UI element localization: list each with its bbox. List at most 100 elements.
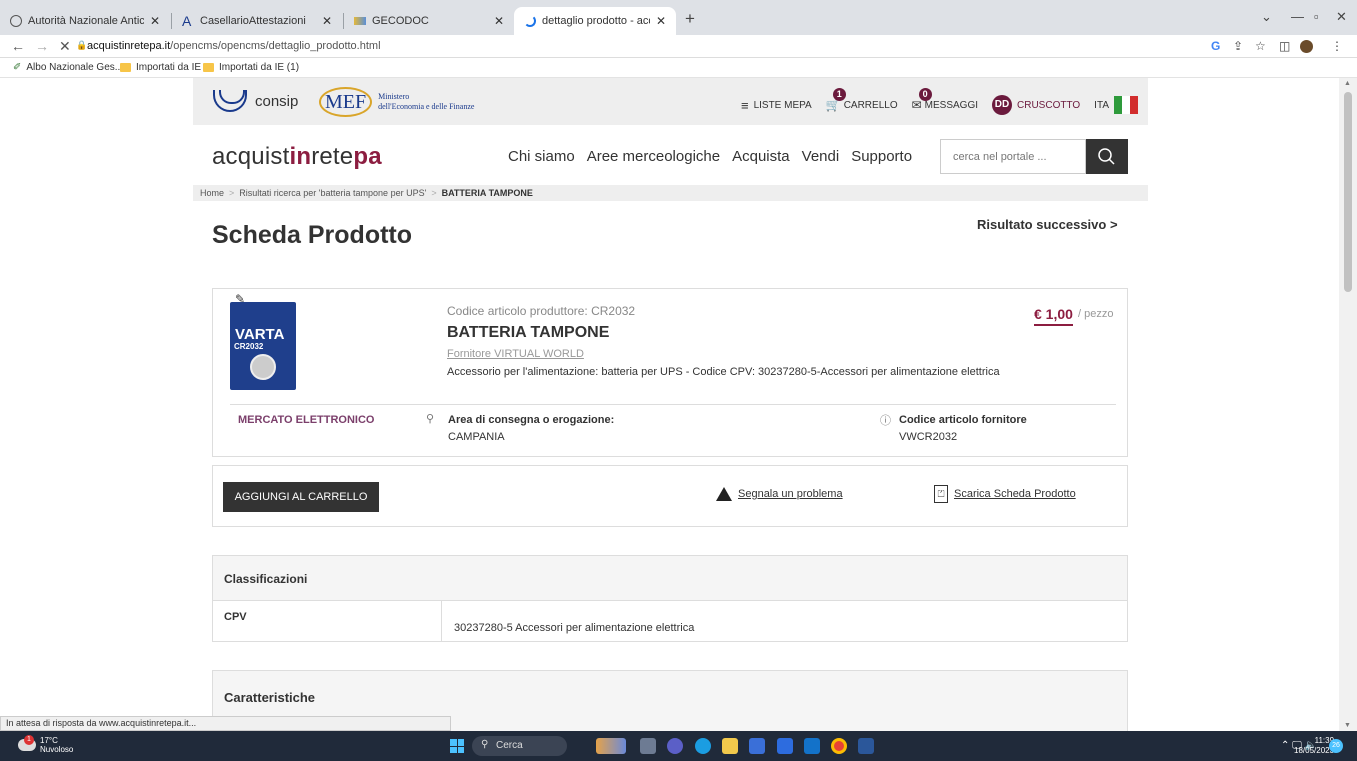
close-icon[interactable]: ✕ (494, 14, 504, 28)
search-icon (1098, 148, 1115, 165)
site-topbar: consip MEF Ministero dell'Economia e del… (193, 78, 1148, 125)
language-selector[interactable]: ITA (1094, 96, 1138, 114)
close-icon[interactable]: ✕ (150, 14, 160, 28)
back-icon[interactable]: ← (11, 38, 25, 54)
notifications-badge[interactable]: 26 (1329, 739, 1343, 753)
consip-logo[interactable]: consip (213, 90, 298, 112)
windows-start-icon[interactable] (450, 739, 464, 753)
new-tab-icon[interactable]: + (685, 9, 695, 29)
carrello-link[interactable]: 🛒 1 CARRELLO (826, 88, 898, 112)
breadcrumb-results[interactable]: Risultati ricerca per 'batteria tampone … (239, 188, 426, 198)
product-card: ✎ VARTA CR2032 Codice articolo produttor… (212, 288, 1128, 457)
breadcrumb-home[interactable]: Home (200, 188, 224, 198)
chrome-icon[interactable] (831, 738, 847, 754)
teams-icon[interactable] (667, 738, 683, 754)
scroll-up-icon[interactable]: ▲ (1344, 80, 1351, 87)
file-explorer-icon[interactable] (722, 738, 738, 754)
pdf-icon: ⏍ (934, 485, 948, 503)
forward-icon[interactable]: → (35, 38, 49, 54)
nav-chi-siamo[interactable]: Chi siamo (508, 148, 575, 165)
sidepanel-icon[interactable]: ◫ (1279, 39, 1290, 53)
share-icon[interactable]: ⇪ (1233, 39, 1243, 53)
edge-icon[interactable] (695, 738, 711, 754)
breadcrumb: Home > Risultati ricerca per 'batteria tam… (193, 185, 1148, 201)
search-input[interactable]: cerca nel portale ... (940, 139, 1086, 174)
menu-kebab-icon[interactable]: ⋮ (1331, 39, 1343, 53)
characteristics-header: Caratteristiche (224, 690, 316, 705)
delivery-area-value: CAMPANIA (448, 431, 505, 443)
bookmark-folder-ie[interactable]: Importati da IE (120, 62, 201, 73)
globe-icon (10, 15, 22, 27)
tab-casellario[interactable]: A CasellarioAttestazioni ✕ (172, 7, 342, 35)
mef-logo[interactable]: MEF Ministero dell'Economia e delle Fina… (319, 87, 474, 117)
bookmarks-bar: ✐ Albo Nazionale Ges... Importati da IE … (0, 58, 1357, 78)
minimize-icon[interactable]: — (1291, 9, 1304, 24)
tab-gecodoc[interactable]: GECODOC ✕ (344, 7, 514, 35)
widgets-icon[interactable] (596, 738, 626, 754)
classifications-header: Classificazioni (213, 556, 1127, 601)
profile-avatar-icon[interactable] (1300, 40, 1313, 53)
scrollbar-thumb[interactable] (1344, 92, 1352, 292)
italy-flag-icon (1114, 96, 1138, 114)
breadcrumb-current: BATTERIA TAMPONE (441, 188, 533, 198)
restore-icon[interactable]: ▫ (1314, 9, 1319, 24)
task-view-icon[interactable] (640, 738, 656, 754)
search-icon: ⚲ (481, 739, 489, 750)
main-nav: Chi siamo Aree merceologiche Acquista Ve… (508, 148, 924, 165)
stop-icon[interactable]: ✕ (59, 38, 71, 55)
top-links: ≡ LISTE MEPA 🛒 1 CARRELLO ✉ 0 MESSAGGI D… (727, 88, 1138, 115)
messages-count-badge: 0 (918, 88, 932, 101)
scroll-down-icon[interactable]: ▼ (1344, 722, 1351, 729)
outlook-icon[interactable] (804, 738, 820, 754)
star-icon[interactable]: ☆ (1255, 39, 1266, 53)
price-unit: / pezzo (1078, 308, 1114, 320)
envelope-icon: ✉ (911, 98, 922, 112)
location-pin-icon: ⚲ (426, 413, 435, 425)
divider (441, 601, 442, 642)
acquistinretepa-logo[interactable]: acquistinretepa (212, 143, 382, 171)
nav-aree-merceologiche[interactable]: Aree merceologiche (587, 148, 720, 165)
report-problem-link[interactable]: Segnala un problema (716, 487, 843, 501)
app-icon[interactable] (777, 738, 793, 754)
add-to-cart-button[interactable]: AGGIUNGI AL CARRELLO (223, 482, 379, 512)
loading-icon (524, 15, 536, 27)
tab-dettaglio-prodotto[interactable]: dettaglio prodotto - acquistinret ✕ (514, 7, 676, 35)
product-description: Accessorio per l'alimentazione: batteria… (447, 366, 1000, 378)
bookmark-albo[interactable]: ✐ Albo Nazionale Ges... (13, 62, 123, 73)
next-result-link[interactable]: Risultato successivo > (977, 217, 1118, 232)
google-translate-icon[interactable]: G (1211, 39, 1220, 53)
window-close-icon[interactable]: ✕ (1336, 9, 1347, 25)
cruscotto-link[interactable]: DD CRUSCOTTO (992, 95, 1080, 115)
close-icon[interactable]: ✕ (656, 14, 666, 28)
page-title: Scheda Prodotto (212, 221, 413, 249)
product-image: VARTA CR2032 (230, 302, 296, 390)
url-field[interactable]: acquistinretepa.it/opencms/opencms/detta… (87, 40, 381, 52)
nav-vendi[interactable]: Vendi (802, 148, 840, 165)
tab-anac[interactable]: Autorità Nazionale Anticorruzion ✕ (0, 7, 170, 35)
close-icon[interactable]: ✕ (322, 14, 332, 28)
cloud-icon: 1 (18, 735, 36, 751)
supplier-link[interactable]: Fornitore VIRTUAL WORLD (447, 348, 584, 360)
store-icon[interactable] (749, 738, 765, 754)
brand-row: acquistinretepa Chi siamo Aree merceolog… (193, 125, 1148, 185)
hamburger-icon: ≡ (740, 97, 749, 113)
product-name: BATTERIA TAMPONE (447, 324, 610, 341)
a-logo-icon: A (182, 13, 192, 29)
weather-widget[interactable]: 1 17°C Nuvoloso (18, 735, 73, 754)
nav-supporto[interactable]: Supporto (851, 148, 912, 165)
lock-icon: 🔒 (76, 40, 88, 50)
download-sheet-link[interactable]: ⏍ Scarica Scheda Prodotto (934, 485, 1076, 503)
browser-tabstrip: Autorità Nazionale Anticorruzion ✕ A Cas… (0, 0, 1357, 35)
messaggi-link[interactable]: ✉ 0 MESSAGGI (911, 88, 978, 112)
nav-acquista[interactable]: Acquista (732, 148, 790, 165)
search-button[interactable] (1086, 139, 1128, 174)
page-scrollbar[interactable]: ▲ ▼ (1339, 78, 1357, 731)
word-icon[interactable] (858, 738, 874, 754)
liste-mepa-link[interactable]: ≡ LISTE MEPA (741, 98, 812, 113)
folder-icon (203, 63, 214, 72)
product-price: € 1,00 (1034, 306, 1073, 326)
bookmark-folder-ie-1[interactable]: Importati da IE (1) (203, 62, 299, 73)
chevron-down-icon[interactable]: ⌄ (1261, 9, 1272, 25)
taskbar-search[interactable]: ⚲ Cerca (472, 736, 567, 756)
consip-mark-icon (213, 90, 247, 112)
